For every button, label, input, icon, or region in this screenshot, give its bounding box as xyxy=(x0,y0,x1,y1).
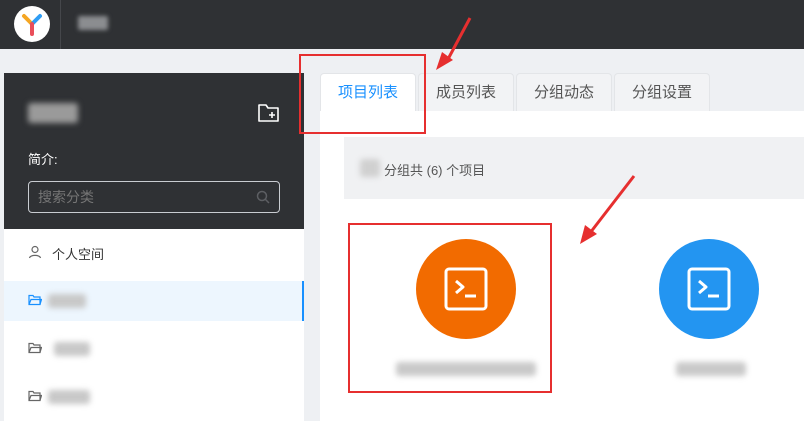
sidebar-item-label: 个人空间 xyxy=(52,247,105,262)
search-icon[interactable] xyxy=(256,190,270,204)
group-title-redacted xyxy=(28,103,78,123)
terminal-icon xyxy=(687,267,731,311)
annotation-arrowhead-tab xyxy=(436,52,453,70)
project-count-text: 分组共 (6) 个项目 xyxy=(384,163,486,178)
group-name-redacted[interactable] xyxy=(78,16,108,30)
tab-member-list[interactable]: 成员列表 xyxy=(418,73,514,111)
terminal-icon xyxy=(444,267,488,311)
sidebar: 简介: 个人空间 xyxy=(4,73,304,421)
project-card-icon[interactable] xyxy=(416,239,516,339)
app-logo[interactable] xyxy=(14,6,50,42)
folder-open-icon xyxy=(28,294,42,306)
folder-icon xyxy=(28,342,42,354)
group-intro-label: 简介: xyxy=(28,152,58,167)
sidebar-item-group[interactable] xyxy=(4,377,304,417)
project-list-panel: 分组共 (6) 个项目 xyxy=(320,111,804,421)
group-name-redacted xyxy=(48,294,86,308)
project-name-redacted[interactable] xyxy=(396,362,536,376)
group-name-redacted xyxy=(54,342,90,356)
top-bar xyxy=(0,0,804,49)
sidebar-item-personal-space[interactable]: 个人空间 xyxy=(4,233,304,273)
category-search-input[interactable] xyxy=(28,181,280,213)
logo-icon xyxy=(22,14,42,36)
group-name-redacted xyxy=(48,390,90,404)
tab-group-settings[interactable]: 分组设置 xyxy=(614,73,710,111)
project-card-icon[interactable] xyxy=(659,239,759,339)
folder-add-icon[interactable] xyxy=(257,103,281,123)
tab-project-list[interactable]: 项目列表 xyxy=(320,73,416,113)
tab-group-activity[interactable]: 分组动态 xyxy=(516,73,612,111)
sidebar-item-group[interactable] xyxy=(4,329,304,369)
project-summary-bar: 分组共 (6) 个项目 xyxy=(344,137,804,199)
group-name-redacted xyxy=(360,159,380,177)
user-icon xyxy=(28,245,42,259)
folder-icon xyxy=(28,390,42,402)
top-divider xyxy=(60,0,61,49)
project-name-redacted[interactable] xyxy=(676,362,746,376)
sidebar-item-group-active[interactable] xyxy=(4,281,304,321)
